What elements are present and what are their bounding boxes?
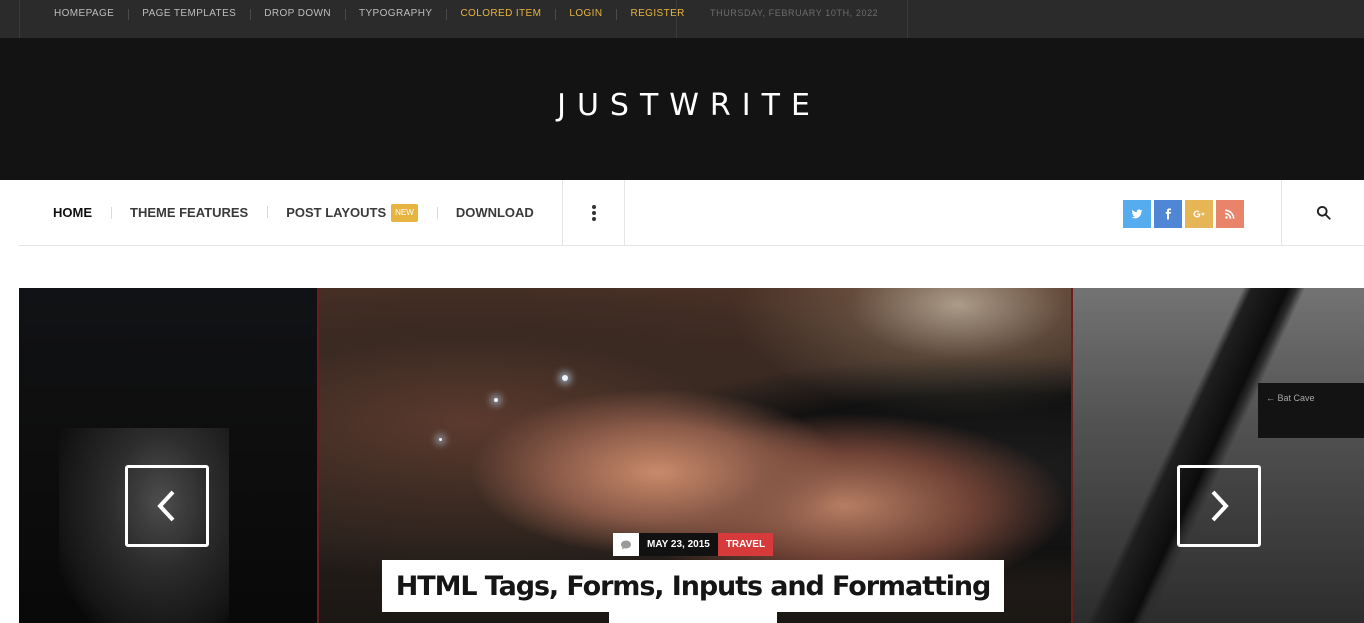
facebook-icon[interactable] [1154,200,1182,228]
rss-icon[interactable] [1216,200,1244,228]
main-nav: HOME THEME FEATURES POST LAYOUTS NEW DOWN… [19,180,1364,246]
site-logo[interactable]: JUSTWRITE [0,88,1364,123]
search-icon [1316,205,1331,220]
nav-item-download-label: DOWNLOAD [455,205,534,220]
top-link-page-templates[interactable]: PAGE TEMPLATES [128,8,250,20]
slide-image-previous[interactable] [19,288,319,623]
comment-icon[interactable] [613,533,639,556]
nav-item-home-label: HOME [53,205,92,220]
more-menu-button[interactable] [562,180,625,245]
nav-item-theme-features[interactable]: THEME FEATURES [111,205,267,220]
post-category-badge[interactable]: TRAVEL [717,533,774,556]
top-bar-inner: HOMEPAGE PAGE TEMPLATES DROP DOWN TYPOGR… [19,0,908,38]
top-link-colored-item[interactable]: COLORED ITEM [446,8,555,20]
post-date: MAY 23, 2015 [639,533,718,556]
new-badge: NEW [391,203,418,222]
top-link-drop-down[interactable]: DROP DOWN [250,8,345,20]
top-bar: HOMEPAGE PAGE TEMPLATES DROP DOWN TYPOGR… [0,0,1364,38]
top-link-typography[interactable]: TYPOGRAPHY [344,8,446,20]
current-date: THURSDAY, FEBRUARY 10TH, 2022 [710,8,879,18]
twitter-icon[interactable] [1123,200,1151,228]
top-link-login[interactable]: LOGIN [555,8,616,20]
slide-image-next[interactable]: ← Bat Cave [1073,288,1364,623]
chevron-left-icon [157,490,175,522]
top-link-homepage[interactable]: HOMEPAGE [40,8,128,19]
top-nav: HOMEPAGE PAGE TEMPLATES DROP DOWN TYPOGR… [40,0,699,27]
nav-item-post-layouts-label: POST LAYOUTS [286,205,387,220]
slider-next-button[interactable] [1177,465,1261,547]
nav-item-post-layouts[interactable]: POST LAYOUTS NEW [267,203,437,222]
main-nav-menu: HOME THEME FEATURES POST LAYOUTS NEW DOWN… [19,180,553,245]
social-links [1123,200,1244,228]
top-date-box: THURSDAY, FEBRUARY 10TH, 2022 [676,0,909,38]
nav-item-theme-features-label: THEME FEATURES [130,205,249,220]
vertical-dots-icon [591,204,596,221]
site-header: JUSTWRITE [0,38,1364,180]
slider-prev-button[interactable] [125,465,209,547]
chevron-right-icon [1211,490,1229,522]
nav-item-home[interactable]: HOME [19,205,111,220]
search-button[interactable] [1281,180,1364,245]
post-title[interactable]: HTML Tags, Forms, Inputs and Formatting [396,571,992,602]
google-plus-icon[interactable] [1185,200,1213,228]
post-excerpt-box [609,612,777,623]
post-meta: MAY 23, 2015 TRAVEL [613,533,774,556]
nav-item-download[interactable]: DOWNLOAD [436,205,553,220]
featured-slider: ← Bat Cave MAY 23, 2015 TRAVEL HTML Tags… [19,288,1364,623]
post-title-box: HTML Tags, Forms, Inputs and Formatting [382,560,1004,612]
